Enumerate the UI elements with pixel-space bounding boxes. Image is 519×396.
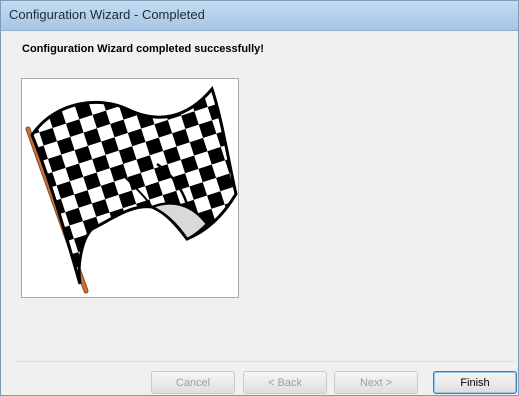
- wizard-content: Configuration Wizard completed successfu…: [1, 31, 518, 395]
- wizard-window: Configuration Wizard - Completed Configu…: [0, 0, 519, 396]
- window-title: Configuration Wizard - Completed: [9, 7, 205, 22]
- next-button[interactable]: Next >: [334, 371, 418, 394]
- footer-separator: [15, 361, 515, 362]
- cancel-button[interactable]: Cancel: [151, 371, 235, 394]
- completion-image: [21, 78, 239, 298]
- title-bar[interactable]: Configuration Wizard - Completed: [1, 1, 518, 31]
- checkered-flag-icon: [25, 85, 238, 294]
- completion-heading: Configuration Wizard completed successfu…: [22, 43, 264, 55]
- back-button[interactable]: < Back: [243, 371, 327, 394]
- finish-button[interactable]: Finish: [433, 371, 517, 394]
